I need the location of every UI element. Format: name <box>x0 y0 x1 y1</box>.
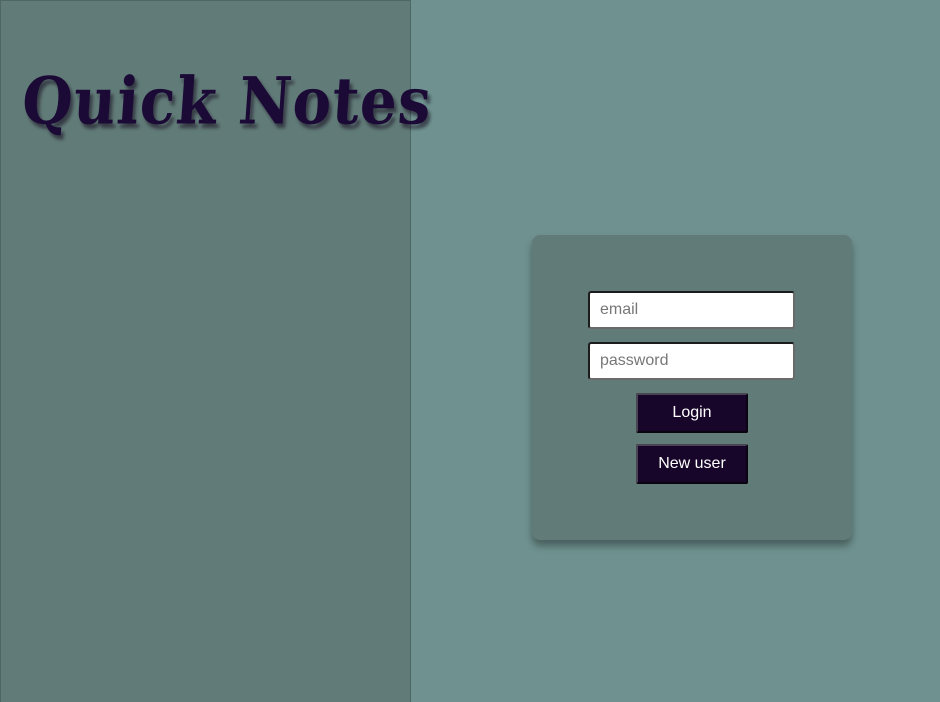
login-panel: Login New user <box>410 0 940 702</box>
new-user-button[interactable]: New user <box>636 444 748 484</box>
login-card: Login New user <box>532 235 852 540</box>
branding-panel: Quick Notes <box>0 0 435 702</box>
app-title: Quick Notes <box>19 63 435 140</box>
password-field[interactable] <box>588 342 795 380</box>
login-button[interactable]: Login <box>636 393 748 433</box>
login-page: Quick Notes Login New user <box>0 0 940 702</box>
email-field[interactable] <box>588 291 795 329</box>
